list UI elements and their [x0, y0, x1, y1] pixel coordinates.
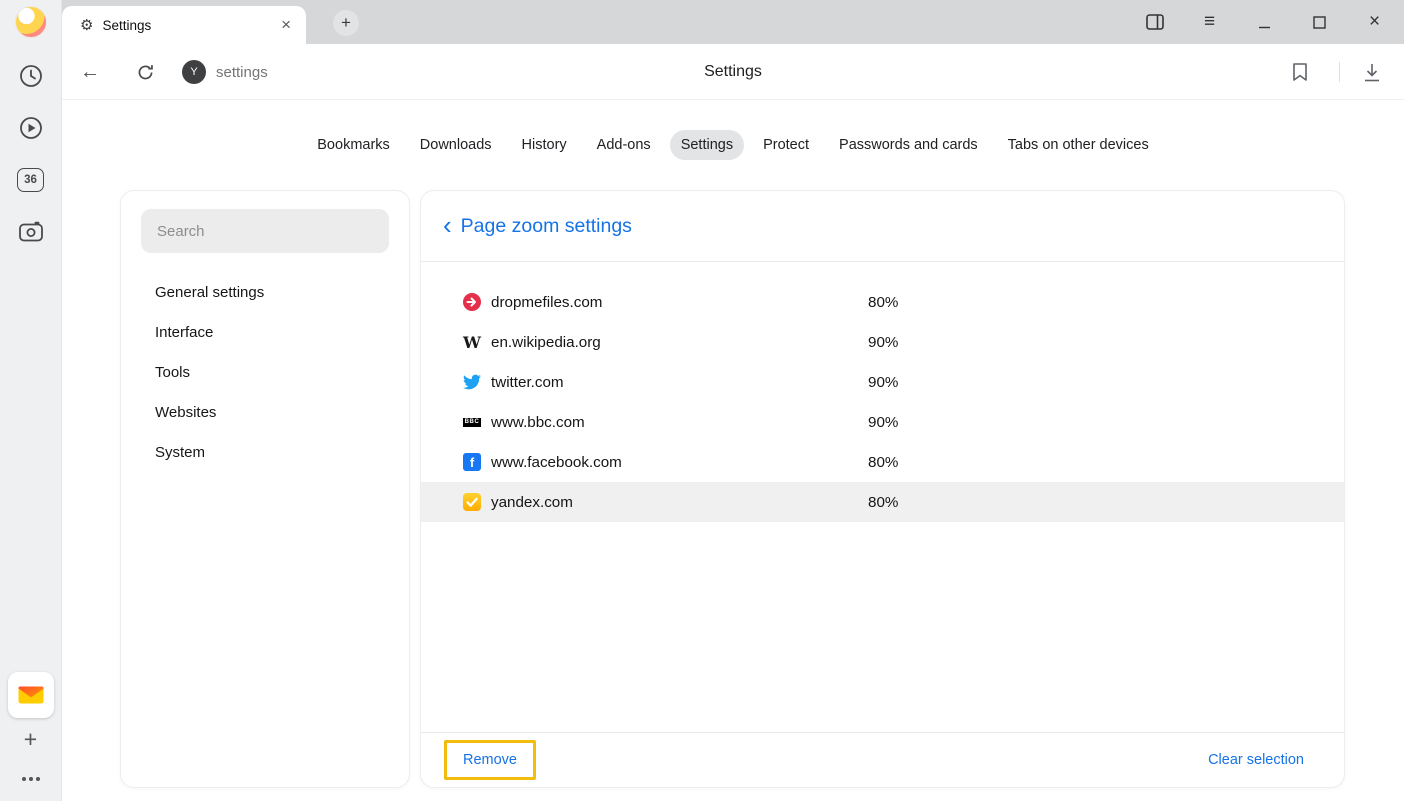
site-name: www.bbc.com [491, 414, 868, 431]
tab-settings[interactable]: Settings [670, 130, 744, 160]
site-name: dropmefiles.com [491, 294, 868, 311]
back-chevron-icon[interactable]: ‹ [443, 212, 452, 238]
tab-downloads[interactable]: Downloads [409, 130, 503, 160]
minimize-icon[interactable] [1237, 0, 1292, 44]
tab-bookmarks[interactable]: Bookmarks [306, 130, 401, 160]
maximize-icon[interactable] [1292, 0, 1347, 44]
tab-title: Settings [102, 18, 269, 33]
browser-toolbar: ← Y settings Settings [62, 44, 1404, 100]
tab-counter-badge[interactable]: 36 [16, 166, 46, 194]
page-zoom-panel: ‹ Page zoom settings dropmefiles.com 80%… [420, 190, 1345, 788]
tab-history[interactable]: History [511, 130, 578, 160]
facebook-favicon: f [463, 453, 481, 471]
window-controls: ≡ × [1127, 0, 1404, 44]
window-close-icon[interactable]: × [1347, 0, 1402, 44]
zoom-row-twitter[interactable]: twitter.com 90% [421, 362, 1344, 402]
bookmark-icon[interactable] [1282, 54, 1318, 90]
tab-other-devices[interactable]: Tabs on other devices [997, 130, 1160, 160]
zoom-row-yandex[interactable]: yandex.com 80% [421, 482, 1344, 522]
site-name: twitter.com [491, 374, 868, 391]
remove-button-highlight: Remove [444, 740, 536, 780]
wikipedia-favicon: W [463, 333, 481, 351]
play-icon[interactable] [16, 114, 46, 142]
back-icon[interactable]: ← [70, 52, 110, 92]
settings-page: Bookmarks Downloads History Add-ons Sett… [62, 100, 1404, 801]
browser-menu-icon[interactable]: ≡ [1182, 0, 1237, 44]
settings-nav-tabs: Bookmarks Downloads History Add-ons Sett… [62, 130, 1404, 160]
zoom-value: 90% [868, 334, 1344, 351]
browser-tab-settings[interactable]: ⚙ Settings × [62, 6, 306, 44]
history-clock-icon[interactable] [16, 62, 46, 90]
zoom-row-bbc[interactable]: BBC www.bbc.com 90% [421, 402, 1344, 442]
add-panel-button[interactable]: + [24, 728, 37, 751]
tab-passwords[interactable]: Passwords and cards [828, 130, 989, 160]
address-bar[interactable]: Y settings [182, 44, 268, 100]
tab-addons[interactable]: Add-ons [586, 130, 662, 160]
page-zoom-footer: Remove Clear selection [421, 732, 1344, 787]
tab-bar: ⚙ Settings × + ≡ × [62, 0, 1404, 44]
remove-button[interactable]: Remove [463, 752, 517, 768]
zoom-value: 90% [868, 414, 1344, 431]
zoom-row-wikipedia[interactable]: W en.wikipedia.org 90% [421, 322, 1344, 362]
search-box [141, 209, 389, 253]
settings-menu: General settings Interface Tools Website… [121, 273, 409, 473]
settings-sidebar: General settings Interface Tools Website… [120, 190, 410, 788]
mail-icon[interactable] [8, 672, 54, 718]
toolbar-divider [1339, 62, 1340, 82]
more-icon[interactable] [21, 769, 41, 787]
tab-counter-label: 36 [17, 168, 44, 192]
tab-protect[interactable]: Protect [752, 130, 820, 160]
bbc-favicon: BBC [463, 413, 481, 431]
tab-close-icon[interactable]: × [278, 15, 294, 35]
site-name: en.wikipedia.org [491, 334, 868, 351]
left-rail: 36 + [0, 0, 62, 801]
zoom-value: 80% [868, 294, 1344, 311]
search-input[interactable] [157, 223, 373, 240]
site-name: yandex.com [491, 494, 868, 511]
zoom-value: 80% [868, 454, 1344, 471]
menu-item-interface[interactable]: Interface [121, 313, 409, 353]
site-name: www.facebook.com [491, 454, 868, 471]
zoom-value: 90% [868, 374, 1344, 391]
menu-item-websites[interactable]: Websites [121, 393, 409, 433]
menu-item-tools[interactable]: Tools [121, 353, 409, 393]
gear-icon: ⚙ [80, 16, 93, 34]
page-zoom-title: Page zoom settings [461, 215, 632, 238]
download-icon[interactable] [1354, 54, 1390, 90]
profile-avatar[interactable] [15, 6, 47, 38]
yandex-favicon [463, 493, 481, 511]
zoom-row-dropmefiles[interactable]: dropmefiles.com 80% [421, 282, 1344, 322]
screenshot-icon[interactable] [16, 218, 46, 246]
side-panel-icon[interactable] [1127, 0, 1182, 44]
site-favicon: Y [182, 60, 206, 84]
menu-item-system[interactable]: System [121, 433, 409, 473]
zoom-value: 80% [868, 494, 1344, 511]
menu-item-general[interactable]: General settings [121, 273, 409, 313]
new-tab-button[interactable]: + [333, 10, 359, 36]
twitter-favicon [463, 373, 481, 391]
url-text: settings [216, 64, 268, 81]
zoom-row-facebook[interactable]: f www.facebook.com 80% [421, 442, 1344, 482]
reload-icon[interactable] [125, 52, 165, 92]
dropmefiles-favicon [463, 293, 481, 311]
zoom-site-list: dropmefiles.com 80% W en.wikipedia.org 9… [421, 262, 1344, 732]
page-zoom-header: ‹ Page zoom settings [421, 191, 1344, 262]
clear-selection-button[interactable]: Clear selection [1208, 752, 1304, 768]
